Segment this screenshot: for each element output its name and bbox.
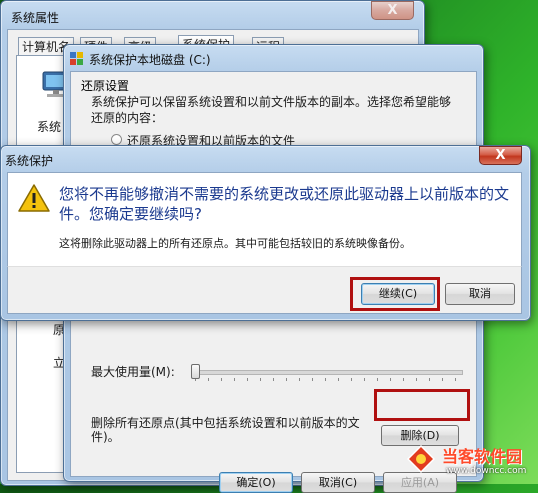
slider-ticks xyxy=(195,378,457,381)
system-properties-close-button[interactable]: X xyxy=(371,1,414,20)
confirm-main-instruction: 您将不再能够撤消不需要的系统更改或还原此驱动器上以前版本的文件。您确定要继续吗? xyxy=(59,185,510,223)
radio-restore-settings[interactable] xyxy=(111,134,122,145)
cancel-button[interactable]: 取消(C) xyxy=(301,472,375,493)
confirm-button-bar: 继续(C) 取消 xyxy=(7,266,522,314)
close-icon: X xyxy=(387,3,398,18)
delete-description: 删除所有还原点(其中包括系统设置和以前版本的文件)。 xyxy=(91,416,360,444)
watermark-site-name: 当客软件园 xyxy=(442,447,523,466)
watermark-logo-icon xyxy=(406,444,436,474)
disk-dialog-title: 系统保护本地磁盘 (C:) xyxy=(89,53,211,67)
shield-icon xyxy=(70,52,84,66)
left-fragment-system: 系统 xyxy=(37,120,62,134)
confirm-cancel-button[interactable]: 取消 xyxy=(445,283,515,305)
confirm-content-area: 您将不再能够撤消不需要的系统更改或还原此驱动器上以前版本的文件。您确定要继续吗?… xyxy=(7,172,522,266)
delete-button-highlight xyxy=(374,389,470,421)
slider-thumb-icon[interactable] xyxy=(191,364,200,379)
max-usage-label: 最大使用量(M): xyxy=(91,365,175,379)
max-usage-slider[interactable] xyxy=(191,364,463,381)
slider-track xyxy=(191,370,463,375)
watermark-url: www.downcc.com xyxy=(446,466,527,476)
confirm-close-button[interactable]: X xyxy=(479,146,522,165)
close-icon: X xyxy=(495,148,506,163)
continue-button-highlight xyxy=(350,277,440,311)
restore-settings-heading: 还原设置 xyxy=(81,79,130,93)
confirm-dialog-title: 系统保护 xyxy=(5,154,54,168)
system-properties-title: 系统属性 xyxy=(11,11,60,25)
warning-icon xyxy=(17,183,51,213)
confirm-dialog: 系统保护 X 您将不再能够撤消不需要的系统更改或还原此驱动器上以前版本的文件。您… xyxy=(0,145,531,321)
restore-description: 系统保护可以保留系统设置和以前文件版本的副本。选择您希望能够还原的内容： xyxy=(91,95,452,125)
watermark: 当客软件园 www.downcc.com xyxy=(398,440,538,484)
confirm-detail: 这将删除此驱动器上的所有还原点。其中可能包括较旧的系统映像备份。 xyxy=(59,237,411,250)
ok-button[interactable]: 确定(O) xyxy=(219,472,293,493)
